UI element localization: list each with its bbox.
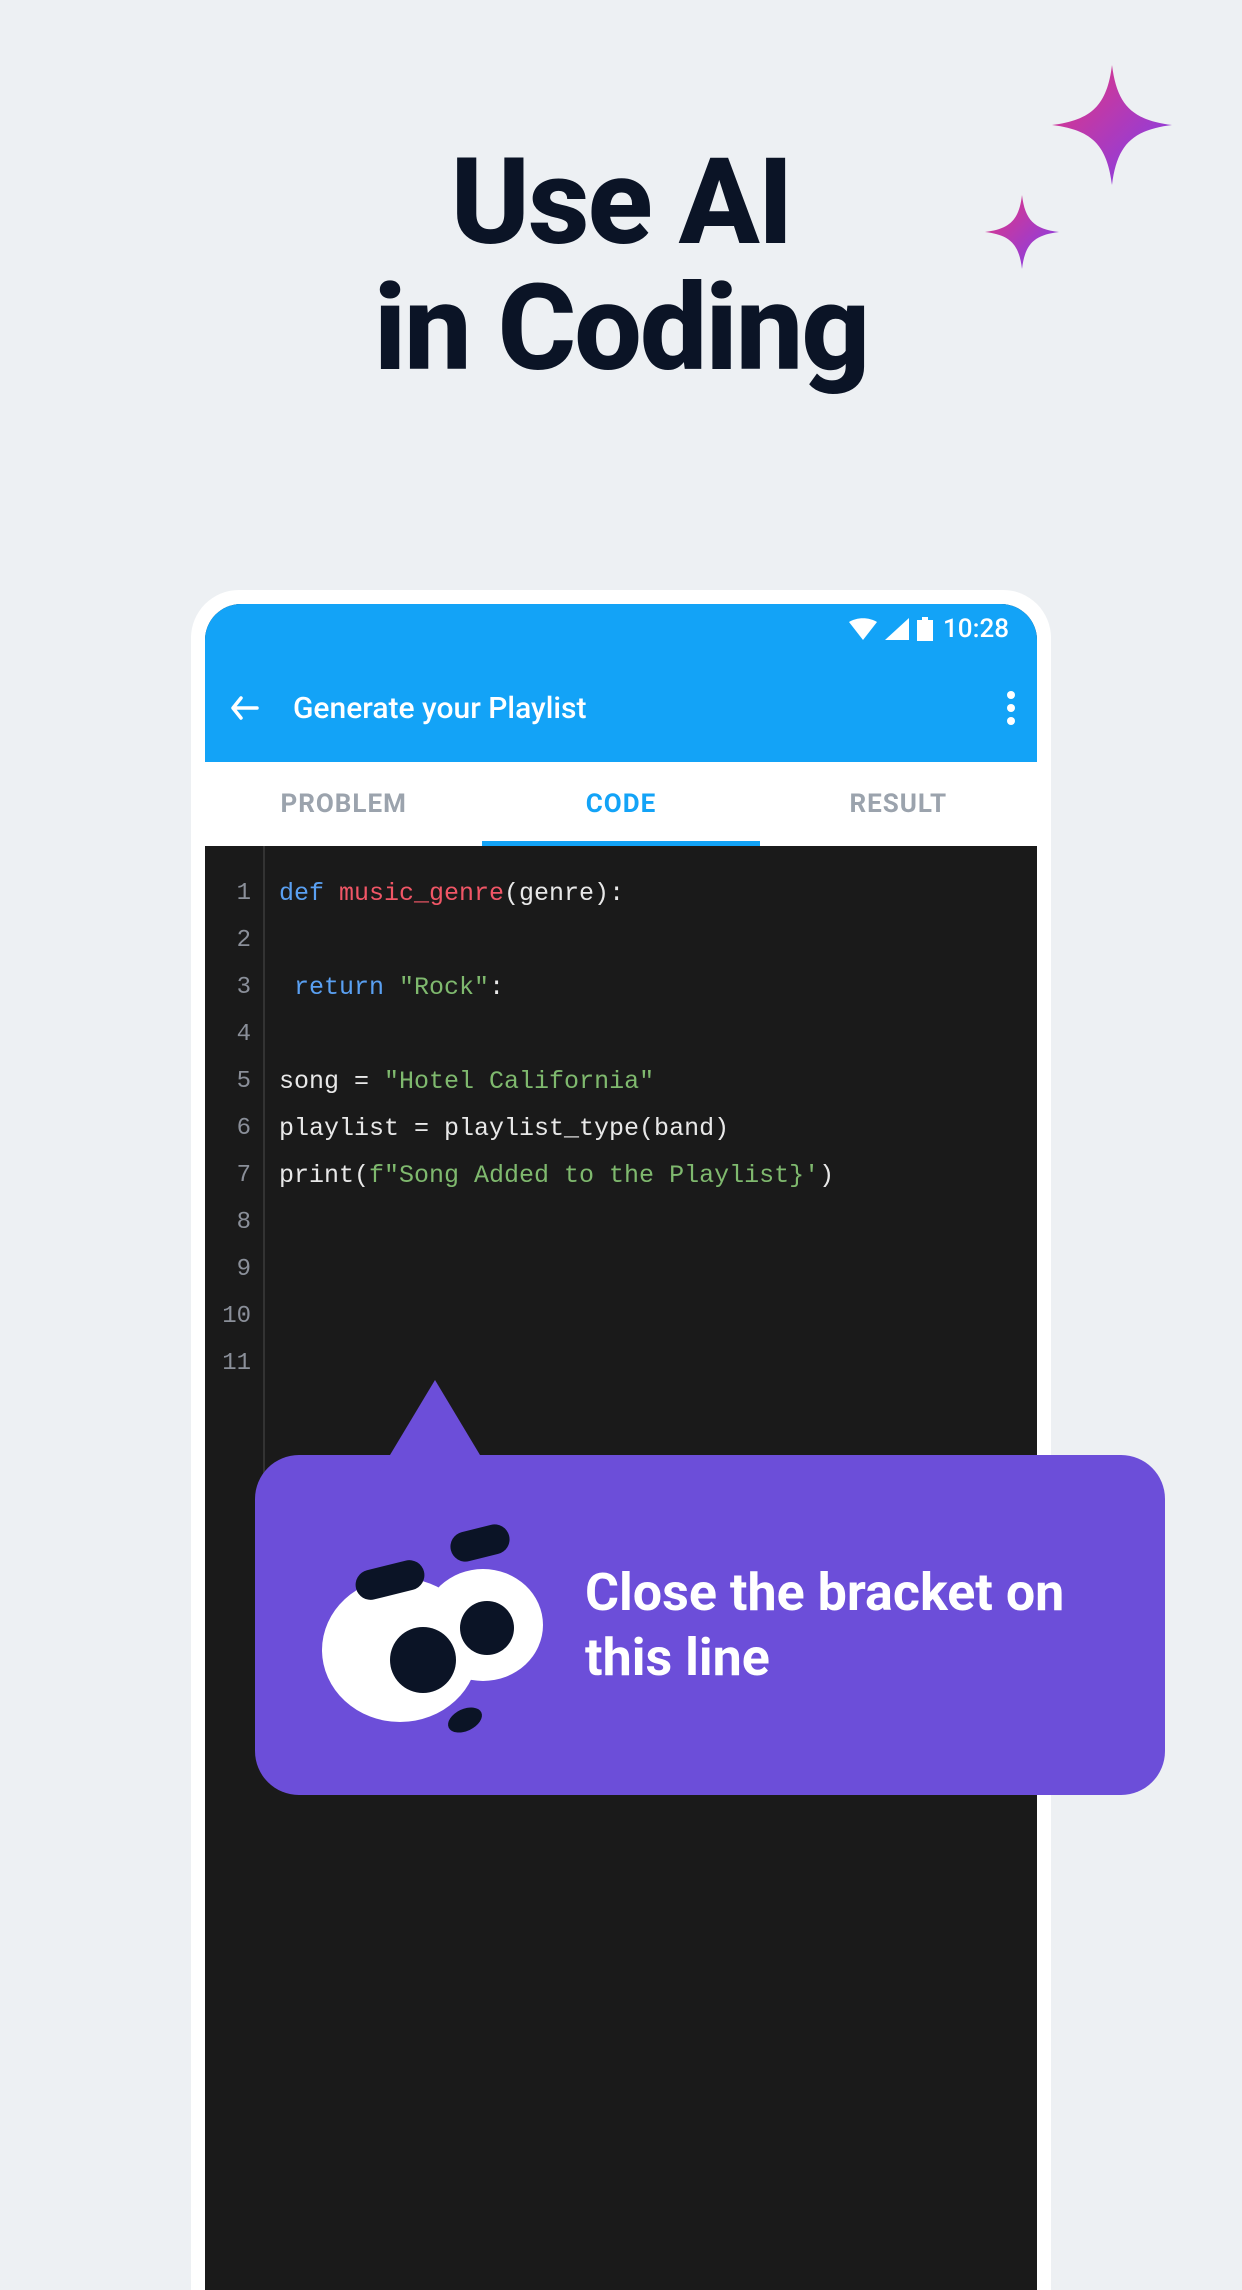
line-number: 10 — [205, 1293, 263, 1340]
mascot-icon — [305, 1510, 555, 1740]
line-number: 9 — [205, 1246, 263, 1293]
line-number: 8 — [205, 1199, 263, 1246]
line-number: 2 — [205, 917, 263, 964]
line-number: 5 — [205, 1058, 263, 1105]
line-number: 3 — [205, 964, 263, 1011]
headline: Use AI in Coding — [374, 140, 868, 392]
status-bar: 10:28 — [205, 604, 1037, 654]
line-number: 1 — [205, 870, 263, 917]
headline-line1: Use AI — [374, 140, 868, 266]
phone-screen: 10:28 Generate your Playlist PROBLEM COD… — [205, 604, 1037, 2290]
line-number: 7 — [205, 1152, 263, 1199]
app-bar-title: Generate your Playlist — [293, 691, 977, 726]
code-line[interactable] — [279, 1293, 1023, 1340]
tooltip-text: Close the bracket on this line — [585, 1560, 1115, 1690]
line-number: 4 — [205, 1011, 263, 1058]
signal-icon — [885, 618, 909, 640]
tab-code[interactable]: CODE — [482, 762, 759, 846]
code-line[interactable]: print(f"Song Added to the Playlist}') — [279, 1152, 1023, 1199]
phone-frame: 10:28 Generate your Playlist PROBLEM COD… — [191, 590, 1051, 2290]
code-line[interactable] — [279, 917, 1023, 964]
back-arrow-icon[interactable] — [227, 690, 263, 726]
more-vert-icon[interactable] — [1007, 691, 1015, 725]
battery-icon — [917, 617, 933, 641]
code-line[interactable] — [279, 1246, 1023, 1293]
tab-result[interactable]: RESULT — [760, 762, 1037, 846]
headline-line2: in Coding — [374, 266, 868, 392]
tabs: PROBLEM CODE RESULT — [205, 762, 1037, 846]
code-line[interactable]: return "Rock": — [279, 964, 1023, 1011]
ai-hint-tooltip: Close the bracket on this line — [255, 1455, 1165, 1795]
code-line[interactable]: song = "Hotel California" — [279, 1058, 1023, 1105]
line-number: 11 — [205, 1340, 263, 1387]
status-icons — [849, 617, 933, 641]
code-line[interactable] — [279, 1199, 1023, 1246]
wifi-icon — [849, 618, 877, 640]
code-line[interactable] — [279, 1011, 1023, 1058]
code-line[interactable]: def music_genre(genre): — [279, 870, 1023, 917]
tab-problem[interactable]: PROBLEM — [205, 762, 482, 846]
sparkle-icon — [982, 65, 1182, 285]
line-number: 6 — [205, 1105, 263, 1152]
status-time: 10:28 — [943, 614, 1009, 644]
tooltip-pointer — [375, 1380, 495, 1480]
app-bar: Generate your Playlist — [205, 654, 1037, 762]
code-line[interactable]: playlist = playlist_type(band) — [279, 1105, 1023, 1152]
